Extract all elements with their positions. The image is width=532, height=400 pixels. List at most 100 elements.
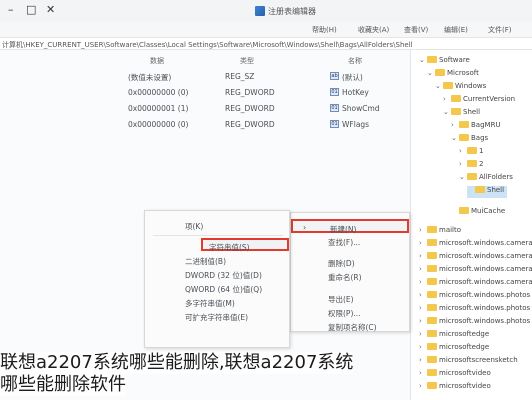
chevron-right-icon[interactable]: ›: [419, 343, 427, 351]
menu-item-permissions[interactable]: 权限(P)...: [291, 305, 409, 319]
tree-item[interactable]: ⌄ Bags: [451, 134, 488, 146]
tree-item[interactable]: › microsoft.windows.photos: [419, 317, 530, 329]
tree-item[interactable]: › microsoft.windows.camera: [419, 239, 532, 251]
registry-editor-window: – □ ✕ 注册表编辑器 帮助(H) 收藏夹(A) 查看(V) 编辑(E) 文件…: [0, 0, 532, 400]
maximize-button[interactable]: □: [26, 3, 36, 16]
menu-item-delete[interactable]: 删除(D): [291, 255, 409, 269]
menu-item-expandable-string-value[interactable]: 可扩充字符串值(E): [145, 310, 289, 323]
tree-item[interactable]: › microsoft.windows.camera: [419, 252, 532, 264]
menu-file[interactable]: 文件(F): [488, 25, 512, 35]
chevron-down-icon[interactable]: ⌄: [427, 69, 435, 77]
menu-item-rename[interactable]: 重命名(R): [291, 269, 409, 283]
value-data: 0x00000000 (0): [128, 88, 189, 97]
address-path: 计算机\HKEY_CURRENT_USER\Software\Classes\L…: [2, 41, 413, 49]
tree-item[interactable]: › 2: [459, 160, 483, 172]
chevron-right-icon[interactable]: ›: [419, 330, 427, 338]
value-type: REG_DWORD: [225, 104, 275, 113]
close-button[interactable]: ✕: [46, 3, 55, 16]
chevron-right-icon[interactable]: ›: [419, 239, 427, 247]
folder-icon: [427, 330, 437, 337]
tree-item[interactable]: › microsoft.windows.camera: [419, 265, 532, 277]
menu-item-binary-value[interactable]: 二进制值(B): [145, 254, 289, 267]
tree-item[interactable]: › microsoft.windows.camera: [419, 278, 532, 290]
value-row[interactable]: (数值未设置) REG_SZ ab (默认): [0, 70, 363, 83]
menu-item-find[interactable]: 查找(F)...: [291, 234, 409, 248]
tree-item[interactable]: › microsoftvideo: [419, 382, 491, 394]
menu-item-multi-string-value[interactable]: 多字符串值(M): [145, 296, 289, 309]
chevron-right-icon[interactable]: ›: [419, 278, 427, 286]
tree-item[interactable]: › microsoft.windows.photos: [419, 304, 530, 316]
menu-item-string-value[interactable]: 字符串值(S): [201, 238, 289, 252]
tree-item[interactable]: ⌄ AllFolders: [459, 173, 513, 185]
title-bar: – □ ✕ 注册表编辑器: [0, 0, 532, 22]
value-row[interactable]: 0x00000001 (1) REG_DWORD 01 ShowCmd: [0, 102, 380, 115]
chevron-right-icon[interactable]: ›: [419, 356, 427, 364]
chevron-right-icon[interactable]: ›: [419, 252, 427, 260]
tree-item[interactable]: › BagMRU: [451, 121, 501, 133]
chevron-right-icon[interactable]: ›: [459, 147, 467, 155]
chevron-right-icon[interactable]: ›: [419, 382, 427, 390]
column-header-name[interactable]: 名称: [348, 56, 362, 66]
chevron-right-icon[interactable]: ›: [451, 121, 459, 129]
tree-item[interactable]: › microsoftvideo: [419, 369, 491, 381]
folder-icon: [427, 317, 437, 324]
tree-item[interactable]: › microsoftscreensketch: [419, 356, 518, 368]
value-row[interactable]: 0x00000000 (0) REG_DWORD 01 HotKey: [0, 86, 369, 99]
tree-item[interactable]: › mailto: [419, 226, 461, 238]
menu-item-dword-value[interactable]: DWORD (32 位)值(D): [145, 268, 289, 281]
folder-icon: [451, 95, 461, 102]
chevron-right-icon[interactable]: ›: [419, 304, 427, 312]
folder-icon: [427, 226, 437, 233]
address-bar[interactable]: 计算机\HKEY_CURRENT_USER\Software\Classes\L…: [0, 37, 532, 50]
chevron-down-icon[interactable]: ⌄: [459, 173, 467, 181]
value-data: (数值未设置): [128, 73, 172, 82]
menu-item-copy-key-name[interactable]: 复制项名称(C): [291, 319, 409, 333]
menu-edit[interactable]: 编辑(E): [444, 25, 468, 35]
menu-item-export[interactable]: 导出(E): [291, 291, 409, 305]
tree-item[interactable]: › microsoftedge: [419, 330, 489, 342]
menu-item-qword-value[interactable]: QWORD (64 位)值(Q): [145, 282, 289, 295]
window-title: 注册表编辑器: [268, 7, 316, 16]
menu-item-key[interactable]: 项(K): [145, 219, 289, 232]
chevron-right-icon[interactable]: ›: [443, 95, 451, 103]
new-submenu: 项(K) 字符串值(S) 二进制值(B) DWORD (32 位)值(D) QW…: [144, 210, 290, 348]
column-header-type[interactable]: 类型: [240, 56, 254, 66]
chevron-down-icon[interactable]: ⌄: [443, 108, 451, 116]
value-row[interactable]: 0x00000000 (0) REG_DWORD 01 WFlags: [0, 118, 369, 131]
tree-item[interactable]: ⌄ Shell: [443, 108, 480, 120]
value-data: 0x00000001 (1): [128, 104, 189, 113]
tree-item[interactable]: › 1: [459, 147, 483, 159]
chevron-right-icon[interactable]: ›: [459, 160, 467, 168]
tree-item[interactable]: ⌄ Microsoft: [427, 69, 479, 81]
tree-item[interactable]: ⌄ Software: [419, 56, 470, 68]
menu-bar: 帮助(H) 收藏夹(A) 查看(V) 编辑(E) 文件(F): [0, 22, 532, 36]
menu-help[interactable]: 帮助(H): [312, 25, 337, 35]
caption-line-2: 哪些能删除软件: [0, 374, 126, 396]
menu-favorites[interactable]: 收藏夹(A): [358, 25, 389, 35]
minimize-button[interactable]: –: [8, 3, 14, 16]
folder-icon: [427, 239, 437, 246]
reg-dword-icon: 01: [330, 88, 339, 96]
chevron-right-icon[interactable]: ›: [419, 291, 427, 299]
tree-item[interactable]: › microsoftedge: [419, 343, 489, 355]
chevron-right-icon[interactable]: ›: [419, 369, 427, 377]
folder-icon: [427, 252, 437, 259]
tree-item-selected[interactable]: Shell: [467, 186, 507, 198]
chevron-right-icon[interactable]: ›: [419, 226, 427, 234]
menu-item-new[interactable]: › 新建(N): [291, 219, 409, 234]
value-type: REG_DWORD: [225, 120, 275, 129]
value-name: WFlags: [342, 120, 370, 129]
tree-item[interactable]: › microsoft.windows.photos: [419, 291, 530, 303]
tree-item[interactable]: MuiCache: [451, 207, 505, 219]
tree-item[interactable]: › CurrentVersion: [443, 95, 515, 107]
chevron-right-icon[interactable]: ›: [419, 317, 427, 325]
folder-icon: [435, 69, 445, 76]
folder-icon: [459, 207, 469, 214]
tree-item[interactable]: ⌄ Windows: [435, 82, 486, 94]
chevron-down-icon[interactable]: ⌄: [451, 134, 459, 142]
chevron-down-icon[interactable]: ⌄: [419, 56, 427, 64]
menu-view[interactable]: 查看(V): [404, 25, 428, 35]
column-header-data[interactable]: 数据: [150, 56, 164, 66]
chevron-down-icon[interactable]: ⌄: [435, 82, 443, 90]
chevron-right-icon[interactable]: ›: [419, 265, 427, 273]
